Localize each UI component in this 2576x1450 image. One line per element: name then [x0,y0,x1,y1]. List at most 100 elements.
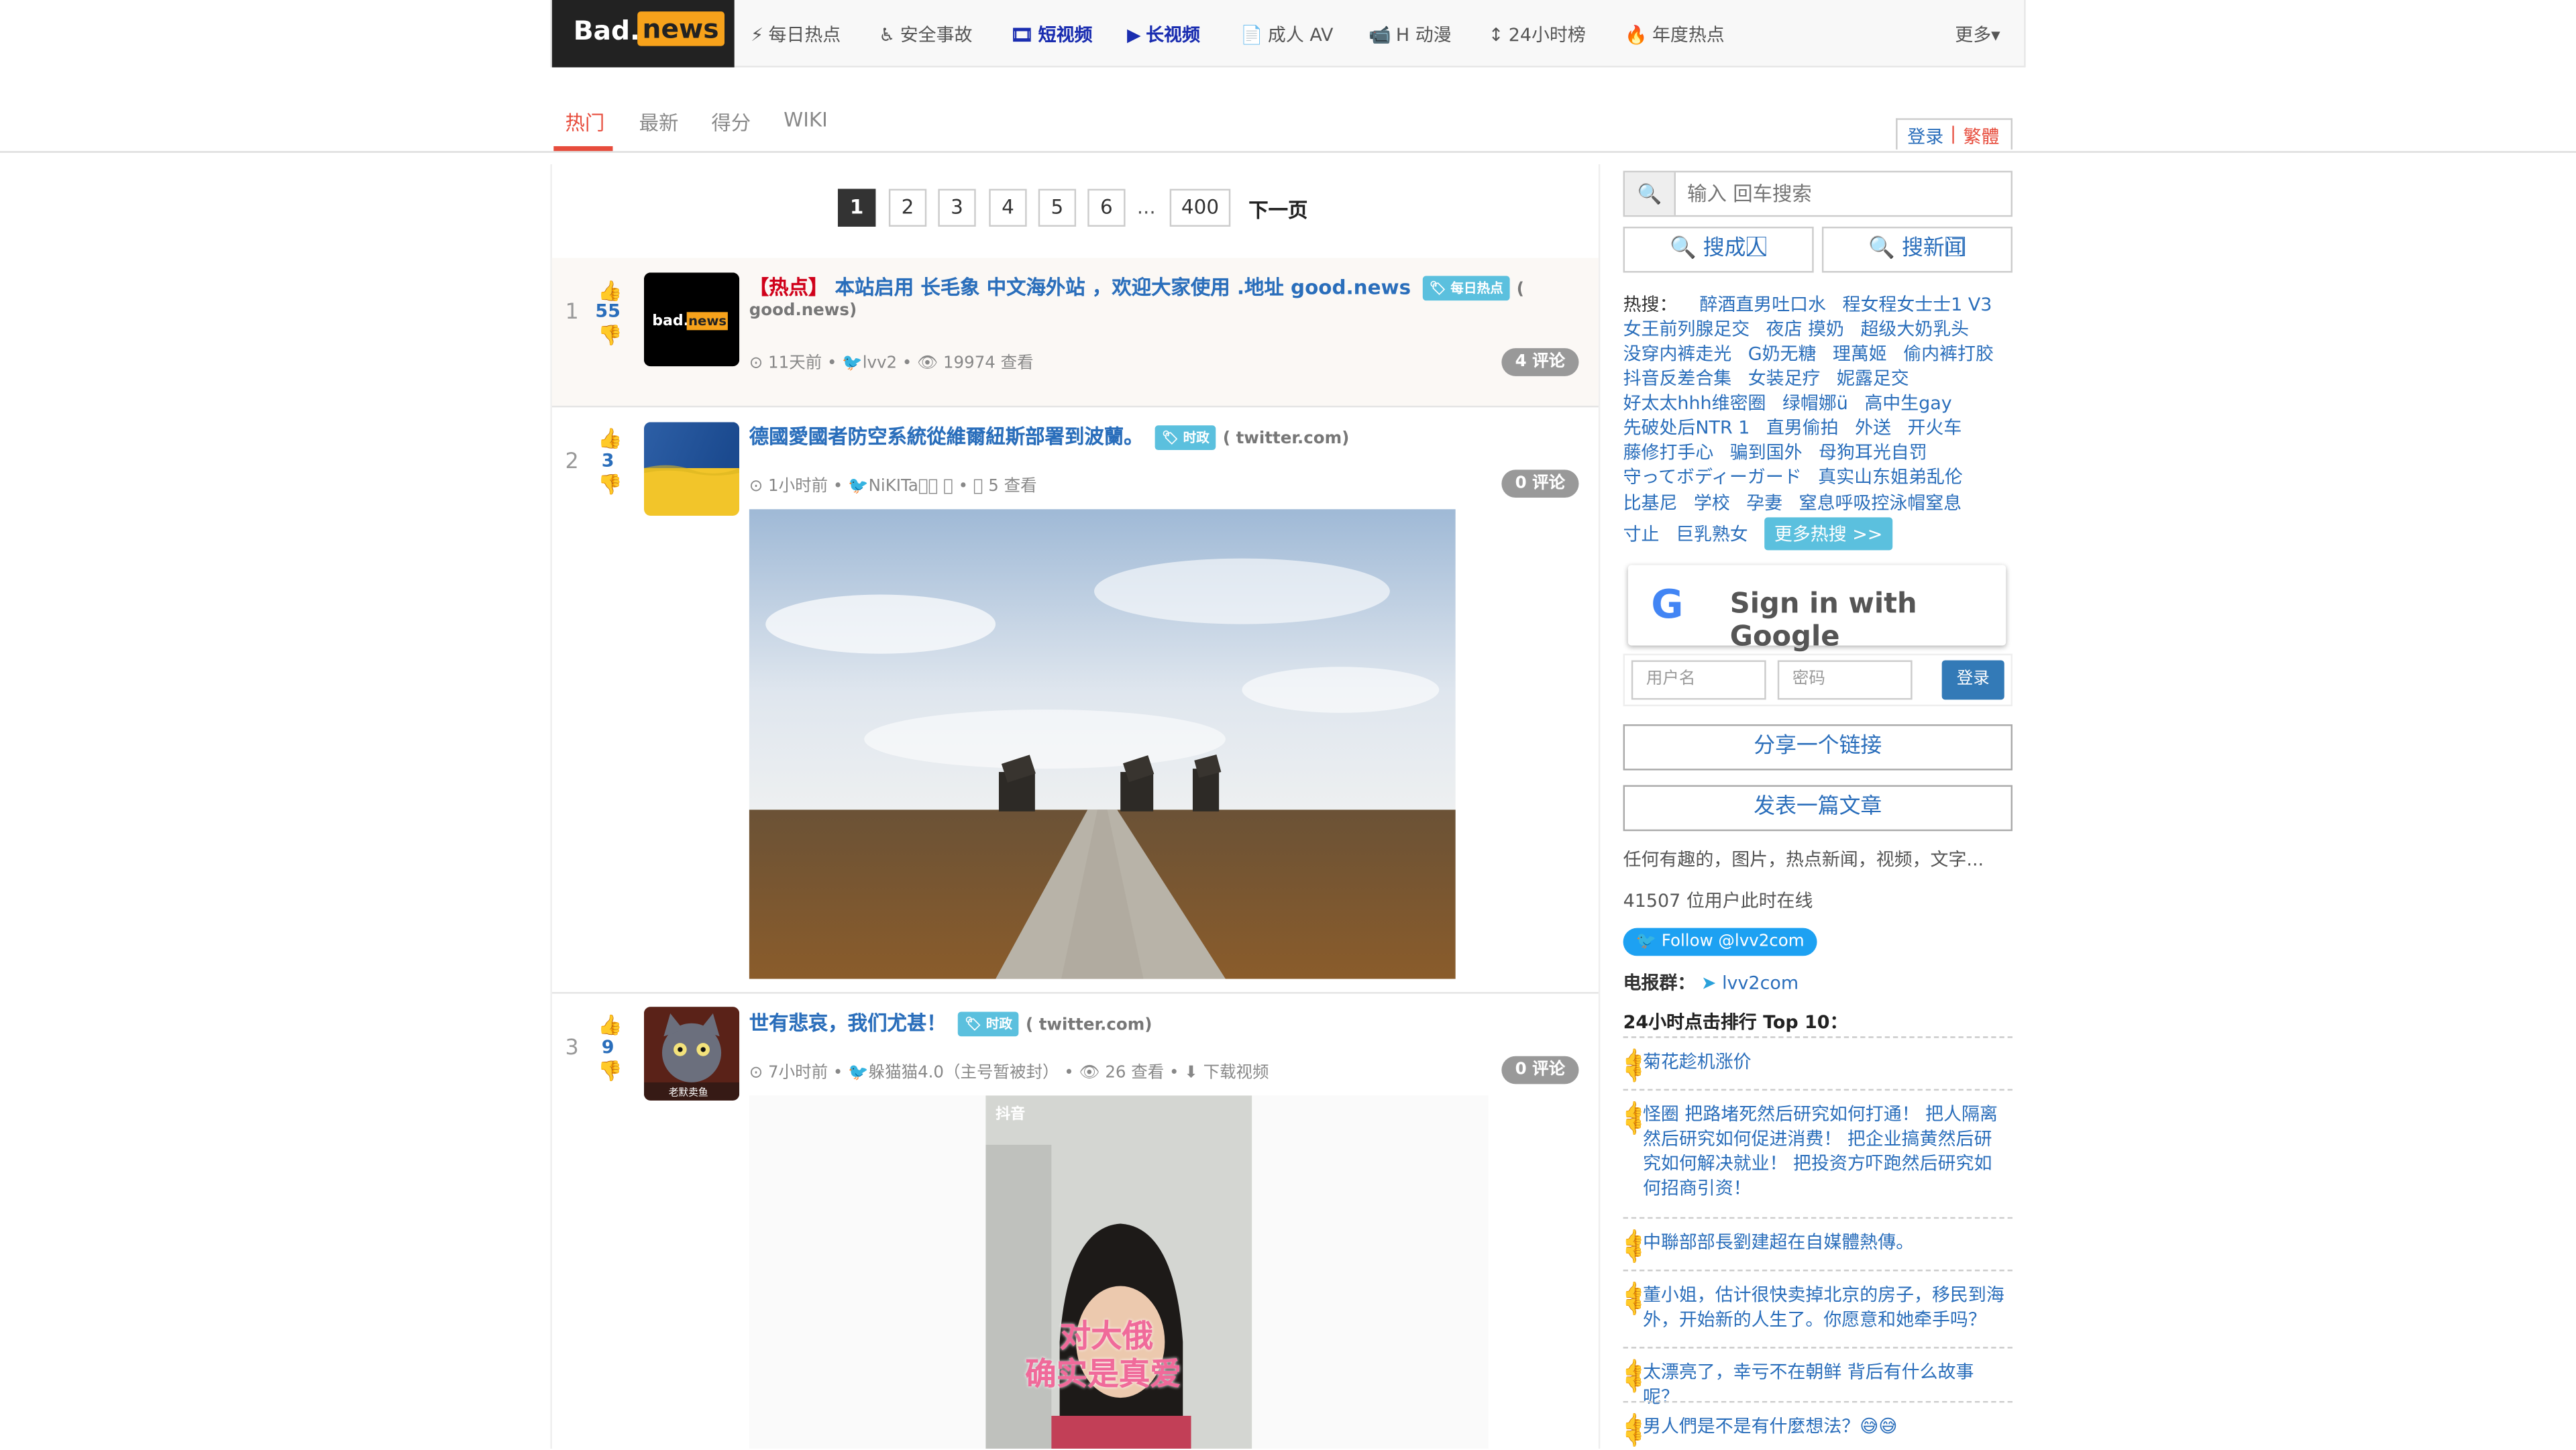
nav-long-video[interactable]: ▶ 长视频 [1127,21,1200,48]
page-3[interactable]: 3 [938,188,976,227]
nav-safety[interactable]: ♿ 安全事故 [879,21,972,48]
hot-search-link[interactable]: 女装足疗 [1748,368,1821,390]
tag-badge[interactable]: 🏷 每日热点 [1422,276,1510,301]
comments-badge[interactable]: 4 评论 [1501,348,1579,376]
hot-search-link[interactable]: 夜店 摸奶 [1766,319,1844,340]
ukraine-flag-image [644,422,740,516]
more-hot-searches-button[interactable]: 更多热搜 >> [1764,517,1893,551]
search-adult-button[interactable]: 🔍 搜成人⃞ [1623,226,1814,273]
tab-score[interactable]: 得分 [711,109,751,137]
post-rank: 2 [565,450,579,475]
hot-search-link[interactable]: G奶无糖 [1748,343,1817,365]
top10-link[interactable]: 男人們是不是有什麼想法？😅😅 [1643,1414,2008,1439]
page-5[interactable]: 5 [1038,188,1077,227]
nav-yearly-hot[interactable]: 🔥 年度热点 [1625,21,1725,48]
post-thumbnail[interactable]: 老默卖鱼 [644,1007,740,1101]
hot-search-link[interactable]: 直男偷拍 [1766,417,1839,439]
search-news-button[interactable]: 🔍 搜新闻⃞ [1821,226,2013,273]
hot-search-label: 热搜： [1623,294,1678,316]
tab-wiki[interactable]: WIKI [784,109,828,131]
comments-badge[interactable]: 0 评论 [1501,469,1579,498]
password-field[interactable]: 密码 [1777,660,1913,700]
next-page-link[interactable]: 下一页 [1248,195,1307,223]
search-icon[interactable]: 🔍 [1625,172,1676,215]
page-6[interactable]: 6 [1087,188,1126,227]
tab-latest[interactable]: 最新 [639,109,679,137]
hot-search-link[interactable]: 女王前列腺足交 [1623,319,1750,340]
twitter-follow-button[interactable]: 🐦 Follow @lvv2com [1623,928,1817,956]
nav-short-video[interactable]: 🎞 短视频 [1010,21,1092,48]
top10-link[interactable]: 怪圈 把路堵死然后研究如何打通！ 把人隔离然后研究如何促进消费！ 把企业搞黄然后… [1643,1102,2008,1201]
traditional-chinese-link[interactable]: 繁體 [1964,123,2000,150]
thumbs-up-icon[interactable]: 👍 [598,279,623,302]
post-title[interactable]: 【热点】 本站启用 长毛象 中文海外站 ，欢迎大家使用 .地址 good.new… [749,273,1524,301]
post-title[interactable]: 世有悲哀，我们尤甚！ 🏷 时政 ( twitter.com) [749,1009,1152,1037]
search-input[interactable] [1684,177,2003,211]
share-link-button[interactable]: 分享一个链接 [1623,724,2013,771]
nav-daily-hot[interactable]: ⚡ 每日热点 [751,21,841,48]
nav-24h-chart[interactable]: ↕ 24小时榜 [1489,21,1586,48]
thumbs-up-icon[interactable]: 👍 [598,427,623,450]
post-domain-cont: good.news) [749,302,857,321]
video-player[interactable]: 抖音 对大俄 确实是真爱 [749,1095,1489,1449]
hot-search-link[interactable]: 骗到国外 [1730,442,1803,463]
hot-search-link[interactable]: 抖音反差合集 [1623,368,1732,390]
post-article-button[interactable]: 发表一篇文章 [1623,785,2013,832]
hot-search-link[interactable]: 藤修打手心 [1623,442,1714,463]
thumbs-down-icon[interactable]: 👎 [598,323,623,346]
hot-search-link[interactable]: 外送 [1855,417,1891,439]
hot-search-link[interactable]: 妮露足交 [1837,368,1909,390]
hot-search-link[interactable]: 程女程女士士1 V3 [1843,294,1992,315]
hot-search-link[interactable]: 学校 [1694,493,1730,514]
nav-more-dropdown[interactable]: 更多▾ [1955,21,2000,48]
top10-link[interactable]: 菊花趁机涨价 [1643,1050,2008,1074]
post-title[interactable]: 德國愛國者防空系統從維爾紐斯部署到波蘭。 🏷 时政 ( twitter.com) [749,422,1349,451]
hot-search-link[interactable]: 醉酒直男吐口水 [1699,294,1826,315]
thumbs-up-icon[interactable]: 👍 [598,1013,623,1036]
username-field[interactable]: 用户名 [1631,660,1766,700]
hot-search-link[interactable]: 母狗耳光自罚 [1819,442,1927,463]
site-logo[interactable]: Bad. news [551,0,735,68]
comments-badge[interactable]: 0 评论 [1501,1056,1579,1084]
post-thumbnail[interactable] [644,422,740,516]
nav-adult-av[interactable]: 📄 成人 AV [1240,21,1333,48]
hot-search-line: 没穿内裤走光 G奶无糖 理萬姬 偷内裤打胶 [1623,340,2010,366]
top10-item: 👍 👎 太漂亮了，幸亏不在朝鲜 背后有什么故事呢？ [1623,1347,2013,1408]
vote-icon: 👍 👎 [1623,1049,1644,1084]
hot-search-link[interactable]: 守ってボディーガード [1623,467,1802,488]
page-last[interactable]: 400 [1169,188,1231,227]
hot-search-link[interactable]: 没穿内裤走光 [1623,343,1732,365]
thumbs-down-icon[interactable]: 👎 [598,1060,623,1082]
hot-search-link[interactable]: 高中生gay [1864,392,1951,414]
post-score: 9 [601,1036,614,1058]
nav-h-anime[interactable]: 📹 H 动漫 [1368,21,1452,48]
hot-search-link[interactable]: 寸止 [1623,524,1660,545]
thumbs-down-icon[interactable]: 👎 [598,473,623,496]
hot-search-link[interactable]: 先破处后NTR 1 [1623,417,1750,439]
hot-search-link[interactable]: 好太太hhh维密圈 [1623,392,1766,414]
hot-search-link[interactable]: 绿帽娜ü [1782,392,1848,414]
post-image[interactable] [749,509,1456,979]
google-signin-button[interactable]: G Sign in with Google [1627,565,2006,654]
telegram-link[interactable]: lvv2com [1722,972,1799,994]
tab-hot[interactable]: 热门 [565,109,604,137]
hot-search-link[interactable]: 偷内裤打胶 [1903,343,1994,365]
page-1[interactable]: 1 [837,188,876,227]
login-link[interactable]: 登录 [1907,123,1943,150]
top10-link[interactable]: 董小姐，估计很快卖掉北京的房子，移民到海外，开始新的人生了。你愿意和她牵手吗？ [1643,1283,2008,1332]
hot-search-link[interactable]: 超级大奶乳头 [1860,319,1969,340]
login-button[interactable]: 登录 [1941,660,2004,700]
hot-search-link[interactable]: 比基尼 [1623,493,1678,514]
hot-search-link[interactable]: 理萬姬 [1833,343,1887,365]
hot-search-link[interactable]: 孕妻 [1746,493,1782,514]
hot-search-link[interactable]: 窒息呼吸控泳帽窒息 [1799,493,1962,514]
tag-badge[interactable]: 🏷 时政 [958,1011,1019,1037]
post-thumbnail[interactable]: bad. news [644,272,740,367]
tag-badge[interactable]: 🏷 时政 [1155,425,1216,451]
top10-link[interactable]: 中聯部部長劉建超在自媒體熱傳。 [1643,1230,2008,1255]
page-2[interactable]: 2 [888,188,927,227]
hot-search-link[interactable]: 开火车 [1907,417,1962,439]
hot-search-link[interactable]: 真实山东姐弟乱伦 [1818,467,1963,488]
hot-search-link[interactable]: 巨乳熟女 [1676,524,1748,545]
page-4[interactable]: 4 [989,188,1027,227]
